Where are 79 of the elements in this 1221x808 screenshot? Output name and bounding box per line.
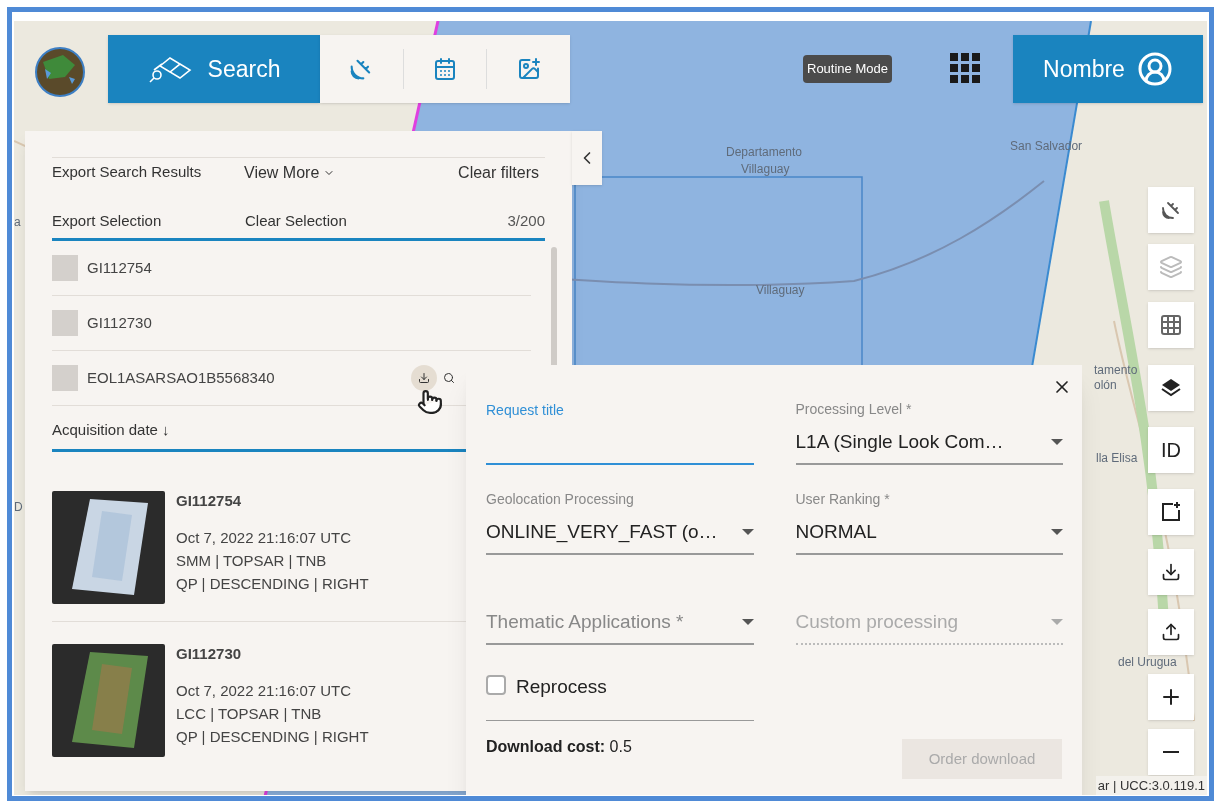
acquisition-date: Oct 7, 2022 21:16:07 UTC bbox=[176, 681, 353, 701]
mode-badge: Routine Mode bbox=[803, 55, 892, 83]
field-label: User Ranking * bbox=[795, 489, 891, 509]
selection-count: 3/200 bbox=[507, 211, 545, 232]
user-avatar-icon bbox=[1136, 51, 1173, 87]
map-place-label: Villaguay bbox=[756, 282, 805, 299]
selection-item[interactable]: GI112754 bbox=[52, 241, 531, 296]
download-icon bbox=[1161, 562, 1181, 582]
field-value: L1A (Single Look Com… bbox=[795, 429, 1004, 454]
field-placeholder: Custom processing bbox=[795, 609, 959, 634]
select-field[interactable]: User Ranking * NORMAL bbox=[795, 489, 1063, 555]
calendar-icon[interactable] bbox=[433, 57, 457, 81]
add-area-icon bbox=[1159, 500, 1183, 524]
map-attribution: ar | UCC:3.0.119.1 bbox=[1095, 775, 1207, 795]
reprocess-label: Reprocess bbox=[516, 675, 607, 699]
image-placeholder-icon bbox=[52, 255, 78, 281]
dropdown-caret-icon bbox=[1051, 617, 1063, 626]
dropdown-caret-icon bbox=[741, 617, 754, 626]
map-place-label: tamento bbox=[1094, 362, 1138, 379]
dropdown-caret-icon bbox=[741, 527, 754, 536]
item-name: EOL1ASARSAO1B5568340 bbox=[87, 367, 275, 388]
map-tool-button[interactable] bbox=[1148, 549, 1194, 595]
result-details: QP | DESCENDING | RIGHT bbox=[176, 727, 369, 747]
map-place-label: Departamento bbox=[726, 144, 803, 161]
image-settings-icon[interactable] bbox=[516, 57, 541, 81]
globe-logo[interactable] bbox=[35, 47, 85, 97]
map-place-label: del Urugua bbox=[1118, 654, 1177, 671]
sort-dropdown[interactable]: Acquisition date ↓ bbox=[52, 418, 170, 441]
search-button[interactable]: Search bbox=[108, 35, 320, 103]
map-tool-button[interactable] bbox=[1148, 674, 1194, 720]
field-label: Geolocation Processing bbox=[486, 489, 635, 509]
download-button[interactable] bbox=[411, 365, 437, 391]
result-details: QP | DESCENDING | RIGHT bbox=[176, 574, 369, 594]
export-search-results-link[interactable]: Export Search Results bbox=[52, 161, 232, 184]
map-place-label: D bbox=[14, 499, 23, 516]
upload-icon bbox=[1161, 622, 1181, 642]
image-placeholder-icon bbox=[52, 310, 78, 336]
select-field[interactable]: Geolocation Processing ONLINE_VERY_FAST (o… bbox=[486, 489, 754, 555]
clear-filters-link[interactable]: Clear filters bbox=[458, 160, 539, 185]
export-selection-link[interactable]: Export Selection bbox=[52, 210, 245, 233]
hand-cursor-icon bbox=[417, 387, 443, 417]
reprocess-checkbox[interactable] bbox=[486, 675, 506, 695]
layers-icon bbox=[1159, 255, 1183, 279]
download-icon bbox=[418, 372, 430, 384]
acquisition-date: Oct 7, 2022 21:16:07 UTC bbox=[176, 528, 353, 548]
map-tool-button[interactable] bbox=[1148, 609, 1194, 655]
map-tool-button[interactable] bbox=[1148, 365, 1194, 411]
map-search-icon bbox=[147, 54, 192, 84]
map-place-label: Villaguay bbox=[741, 161, 790, 178]
item-name: GI112754 bbox=[87, 257, 152, 278]
view-more-dropdown[interactable]: View More bbox=[244, 160, 336, 185]
image-placeholder-icon bbox=[52, 365, 78, 391]
result-details: LCC | TOPSAR | TNB bbox=[176, 704, 323, 724]
search-icon[interactable] bbox=[443, 372, 455, 384]
map-place-label: a bbox=[14, 214, 21, 231]
download-cost: Download cost: 0.5 bbox=[486, 737, 632, 757]
user-button[interactable]: Nombre bbox=[1013, 35, 1203, 103]
grid-icon bbox=[1159, 313, 1183, 337]
map-place-label: lla Elisa bbox=[1096, 450, 1138, 467]
select-field[interactable]: Processing Level * L1A (Single Look Com… bbox=[795, 399, 1063, 465]
map-tool-button[interactable] bbox=[1148, 489, 1194, 535]
clear-selection-link[interactable]: Clear Selection bbox=[245, 210, 347, 233]
result-id: GI112754 bbox=[176, 491, 243, 511]
id-label: ID bbox=[1161, 438, 1181, 463]
satellite-image-thumbnail[interactable] bbox=[52, 491, 165, 604]
dropdown-caret-icon bbox=[1051, 527, 1063, 536]
map-place-label: olón bbox=[1094, 377, 1117, 394]
apps-grid-icon[interactable] bbox=[950, 53, 980, 83]
field-placeholder: Thematic Applications * bbox=[486, 609, 684, 634]
dropdown-caret-icon bbox=[1051, 437, 1063, 446]
result-details: SMM | TOPSAR | TNB bbox=[176, 551, 328, 571]
item-name: GI112730 bbox=[87, 312, 152, 333]
field-label: Processing Level * bbox=[795, 399, 913, 419]
field-value: ONLINE_VERY_FAST (o… bbox=[486, 519, 718, 545]
result-id: GI112730 bbox=[176, 644, 243, 664]
satellite-image-thumbnail[interactable] bbox=[52, 644, 165, 757]
field-value: NORMAL bbox=[795, 519, 877, 544]
map-tool-button[interactable]: ID bbox=[1148, 427, 1194, 473]
selection-item[interactable]: GI112730 bbox=[52, 296, 531, 351]
